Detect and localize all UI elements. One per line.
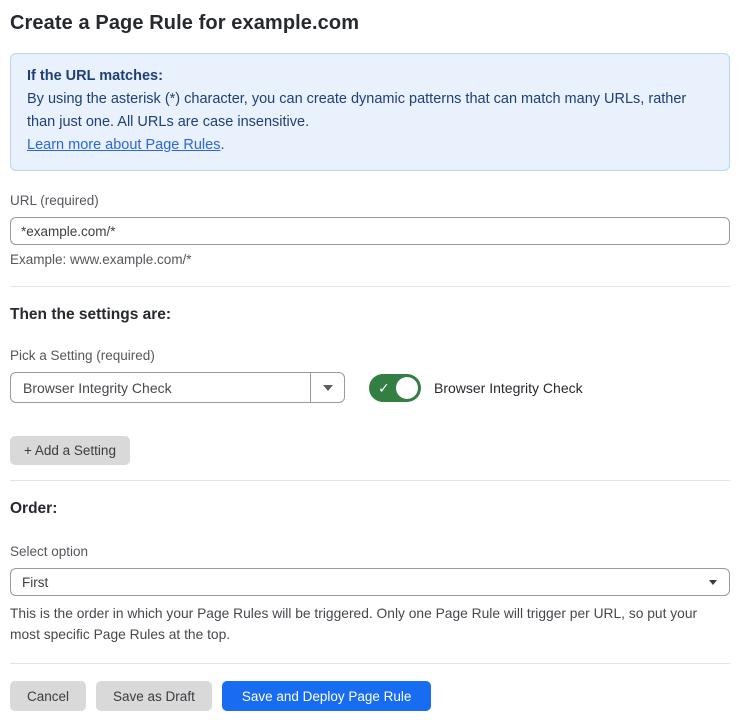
setting-row: Browser Integrity Check ✓ Browser Integr… — [10, 372, 730, 403]
chevron-down-icon — [323, 385, 333, 391]
toggle-knob — [396, 377, 418, 399]
divider-url-settings — [10, 286, 730, 287]
browser-integrity-toggle[interactable]: ✓ — [369, 374, 421, 402]
add-setting-button[interactable]: + Add a Setting — [10, 436, 130, 465]
setting-select-caret-button[interactable] — [310, 373, 344, 402]
save-and-deploy-button[interactable]: Save and Deploy Page Rule — [222, 681, 432, 711]
footer-actions: Cancel Save as Draft Save and Deploy Pag… — [10, 681, 730, 711]
order-heading: Order: — [10, 500, 730, 518]
info-box-heading: If the URL matches: — [27, 65, 713, 88]
learn-more-link[interactable]: Learn more about Page Rules — [27, 137, 220, 153]
order-description: This is the order in which your Page Rul… — [10, 603, 730, 645]
url-example-hint: Example: www.example.com/* — [10, 252, 730, 267]
create-page-rule-form: Create a Page Rule for example.com If th… — [0, 0, 750, 720]
setting-select-value: Browser Integrity Check — [11, 380, 310, 396]
pick-setting-label: Pick a Setting (required) — [10, 348, 730, 363]
save-as-draft-button[interactable]: Save as Draft — [96, 681, 212, 711]
check-icon: ✓ — [378, 381, 390, 395]
url-field-label: URL (required) — [10, 193, 730, 208]
order-select-value: First — [11, 575, 709, 590]
order-select[interactable]: First — [10, 568, 730, 596]
setting-select[interactable]: Browser Integrity Check — [10, 372, 345, 403]
url-match-info-box: If the URL matches: By using the asteris… — [10, 53, 730, 171]
cancel-button[interactable]: Cancel — [10, 681, 86, 711]
page-title: Create a Page Rule for example.com — [10, 12, 730, 35]
divider-footer — [10, 663, 730, 664]
select-option-label: Select option — [10, 544, 730, 559]
settings-heading: Then the settings are: — [10, 306, 730, 324]
chevron-down-icon — [709, 580, 717, 585]
info-box-link-line: Learn more about Page Rules. — [27, 134, 713, 157]
order-select-caret — [709, 580, 729, 585]
divider-settings-order — [10, 480, 730, 481]
toggle-label: Browser Integrity Check — [434, 380, 583, 396]
link-period: . — [220, 137, 224, 153]
url-input[interactable] — [10, 217, 730, 245]
info-box-body: By using the asterisk (*) character, you… — [27, 88, 713, 134]
